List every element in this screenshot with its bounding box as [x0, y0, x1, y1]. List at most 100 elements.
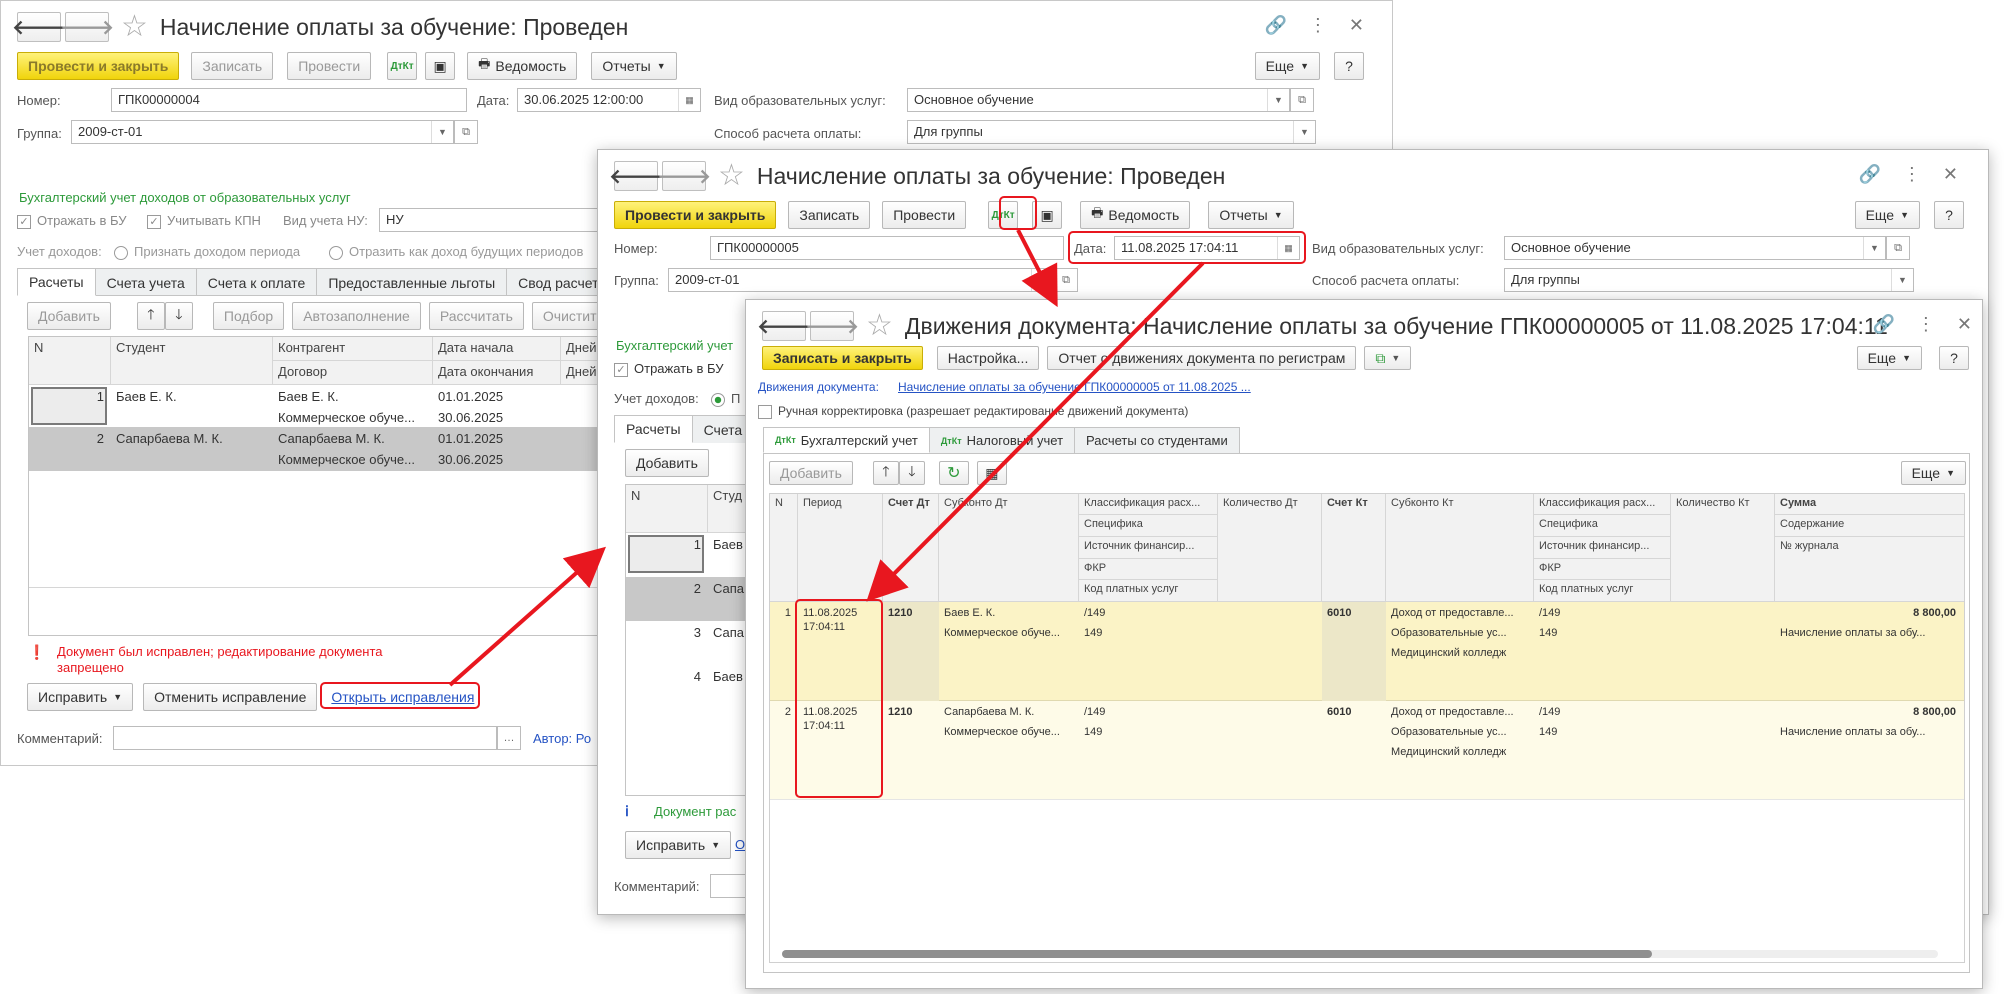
number-field[interactable]: ГПК00000005 — [710, 236, 1064, 260]
open-fix-link[interactable]: О — [735, 837, 745, 852]
add-button[interactable]: Добавить — [625, 449, 709, 477]
chevron-down-icon[interactable]: ▼ — [1863, 237, 1885, 259]
tab-students[interactable]: Расчеты со студентами — [1074, 427, 1240, 453]
add-button[interactable]: Добавить — [769, 461, 853, 485]
help-button[interactable]: ? — [1334, 52, 1364, 80]
calendar-icon[interactable]: ▦ — [1277, 237, 1299, 259]
save-button[interactable]: Записать — [191, 52, 274, 80]
service-field[interactable]: Основное обучение ▼ — [907, 88, 1290, 112]
service-field[interactable]: Основное обучение ▼ — [1504, 236, 1886, 260]
dt-kt-icon[interactable]: ДтКт — [387, 52, 418, 80]
tab-invoices[interactable]: Счета к оплате — [195, 268, 318, 296]
calendar-icon[interactable]: ▦ — [678, 89, 700, 111]
pay-field[interactable]: Для группы ▼ — [1504, 268, 1914, 292]
help-button[interactable]: ? — [1934, 201, 1964, 229]
close-icon[interactable]: ✕ — [1943, 164, 1958, 185]
grid-settings-icon[interactable]: ▦ — [976, 461, 1007, 485]
grid-more-button[interactable]: Еще ▼ — [1900, 461, 1966, 485]
close-icon[interactable]: ✕ — [1349, 15, 1364, 36]
tab-calculations[interactable]: Расчеты — [17, 268, 96, 296]
close-icon[interactable]: ✕ — [1957, 314, 1972, 335]
post-button[interactable]: Провести — [882, 201, 967, 229]
reports-button[interactable]: Отчеты ▼ — [1208, 201, 1294, 229]
tab-benefits[interactable]: Предоставленные льготы — [316, 268, 508, 296]
more-button[interactable]: Еще ▼ — [1854, 201, 1920, 229]
chevron-down-icon[interactable]: ▼ — [1031, 269, 1053, 291]
fix-button[interactable]: Исправить ▼ — [27, 683, 134, 711]
refresh-icon[interactable]: ↻ — [938, 461, 969, 485]
report-button[interactable]: Отчет о движениях документа по регистрам — [1047, 346, 1357, 370]
ellipsis-icon[interactable]: … — [497, 726, 521, 750]
forward-button[interactable]: 🡒 — [805, 311, 859, 341]
more-icon[interactable]: ⋮ — [1309, 15, 1327, 36]
link-icon[interactable]: 🔗 — [1858, 164, 1880, 185]
radio-period[interactable]: П — [711, 391, 740, 407]
doc-link[interactable]: Начисление оплаты за обучение ГПК0000000… — [898, 380, 1251, 394]
nu-field[interactable]: НУ — [379, 208, 599, 232]
table-row[interactable]: 2 Сапарбаева М. К. Сапарбаева М. К. Комм… — [29, 427, 607, 471]
tab-calculations[interactable]: Расчеты — [614, 415, 693, 443]
comment-field[interactable] — [113, 726, 497, 750]
table-row[interactable]: 2 11.08.2025 17:04:11 1210 Сапарбаева М.… — [770, 701, 1964, 800]
move-down-icon[interactable]: 🡓 — [164, 302, 193, 330]
calculate-button[interactable]: Рассчитать — [428, 302, 524, 330]
export-icon[interactable]: ⧉ ▼ — [1364, 346, 1412, 370]
more-button[interactable]: Еще ▼ — [1254, 52, 1320, 80]
back-button[interactable]: 🡐 — [757, 311, 811, 341]
forward-button[interactable]: 🡒 — [60, 12, 114, 42]
move-down-icon[interactable]: 🡓 — [898, 461, 925, 485]
add-button[interactable]: Добавить — [27, 302, 111, 330]
more-icon[interactable]: ⋮ — [1903, 164, 1921, 185]
chevron-down-icon[interactable]: ▼ — [431, 121, 453, 143]
settings-button[interactable]: Настройка... — [936, 346, 1040, 370]
cancel-fix-button[interactable]: Отменить исправление — [143, 683, 318, 711]
ved-button[interactable]: 🖶 Ведомость — [1080, 201, 1191, 229]
reports-button[interactable]: Отчеты ▼ — [591, 52, 677, 80]
select-button[interactable]: Подбор — [212, 302, 285, 330]
dt-kt-icon[interactable]: ДтКт — [988, 201, 1019, 229]
open-icon[interactable]: ⧉ — [1290, 88, 1314, 112]
favorite-star-icon[interactable]: ☆ — [121, 12, 148, 42]
favorite-star-icon[interactable]: ☆ — [718, 161, 745, 191]
favorite-star-icon[interactable]: ☆ — [866, 311, 893, 341]
tab-accounting[interactable]: ДтКт Бухгалтерский учет — [763, 427, 930, 453]
tab-accounts[interactable]: Счета учета — [94, 268, 197, 296]
open-icon[interactable]: ⧉ — [1886, 236, 1910, 260]
structure-icon[interactable]: ▣ — [425, 52, 456, 80]
chk-bu[interactable]: ✓ Отражать в БУ — [17, 213, 127, 229]
tab-tax[interactable]: ДтКт Налоговый учет — [928, 427, 1076, 453]
help-button[interactable]: ? — [1939, 346, 1969, 370]
forward-button[interactable]: 🡒 — [657, 161, 711, 191]
horizontal-scrollbar[interactable] — [782, 950, 1938, 958]
chevron-down-icon[interactable]: ▼ — [1891, 269, 1913, 291]
move-up-icon[interactable]: 🡑 — [872, 461, 899, 485]
open-icon[interactable]: ⧉ — [1054, 268, 1078, 292]
manual-checkbox[interactable]: Ручная корректировка (разрешает редактир… — [758, 404, 1188, 419]
chevron-down-icon[interactable]: ▼ — [1267, 89, 1289, 111]
post-button[interactable]: Провести — [287, 52, 372, 80]
fix-button[interactable]: Исправить ▼ — [625, 831, 732, 859]
chevron-down-icon[interactable]: ▼ — [1293, 121, 1315, 143]
move-up-icon[interactable]: 🡑 — [136, 302, 165, 330]
scrollbar-thumb[interactable] — [782, 950, 1652, 958]
autofill-button[interactable]: Автозаполнение — [292, 302, 421, 330]
date-field[interactable]: 11.08.2025 17:04:11 ▦ — [1114, 236, 1300, 260]
date-field[interactable]: 30.06.2025 12:00:00 ▦ — [517, 88, 701, 112]
open-fix-link[interactable]: Открыть исправления — [331, 689, 474, 705]
table-row[interactable]: 1 11.08.2025 17:04:11 1210 Баев Е. К. Ко… — [770, 602, 1964, 701]
chk-bu[interactable]: ✓ Отражать в БУ — [614, 361, 724, 377]
post-and-close-button[interactable]: Провести и закрыть — [17, 52, 180, 80]
chk-kpn[interactable]: ✓ Учитывать КПН — [147, 213, 261, 229]
back-button[interactable]: 🡐 — [12, 12, 66, 42]
structure-icon[interactable]: ▣ — [1032, 201, 1063, 229]
ved-button[interactable]: 🖶 Ведомость — [467, 52, 578, 80]
save-button[interactable]: Записать — [788, 201, 871, 229]
pay-field[interactable]: Для группы ▼ — [907, 120, 1316, 144]
radio-future[interactable]: Отразить как доход будущих периодов — [329, 244, 583, 260]
link-icon[interactable]: 🔗 — [1872, 314, 1894, 335]
radio-period[interactable]: Признать доходом периода — [114, 244, 300, 260]
write-and-close-button[interactable]: Записать и закрыть — [762, 346, 923, 370]
open-icon[interactable]: ⧉ — [454, 120, 478, 144]
more-button[interactable]: Еще ▼ — [1856, 346, 1922, 370]
number-field[interactable]: ГПК00000004 — [111, 88, 467, 112]
